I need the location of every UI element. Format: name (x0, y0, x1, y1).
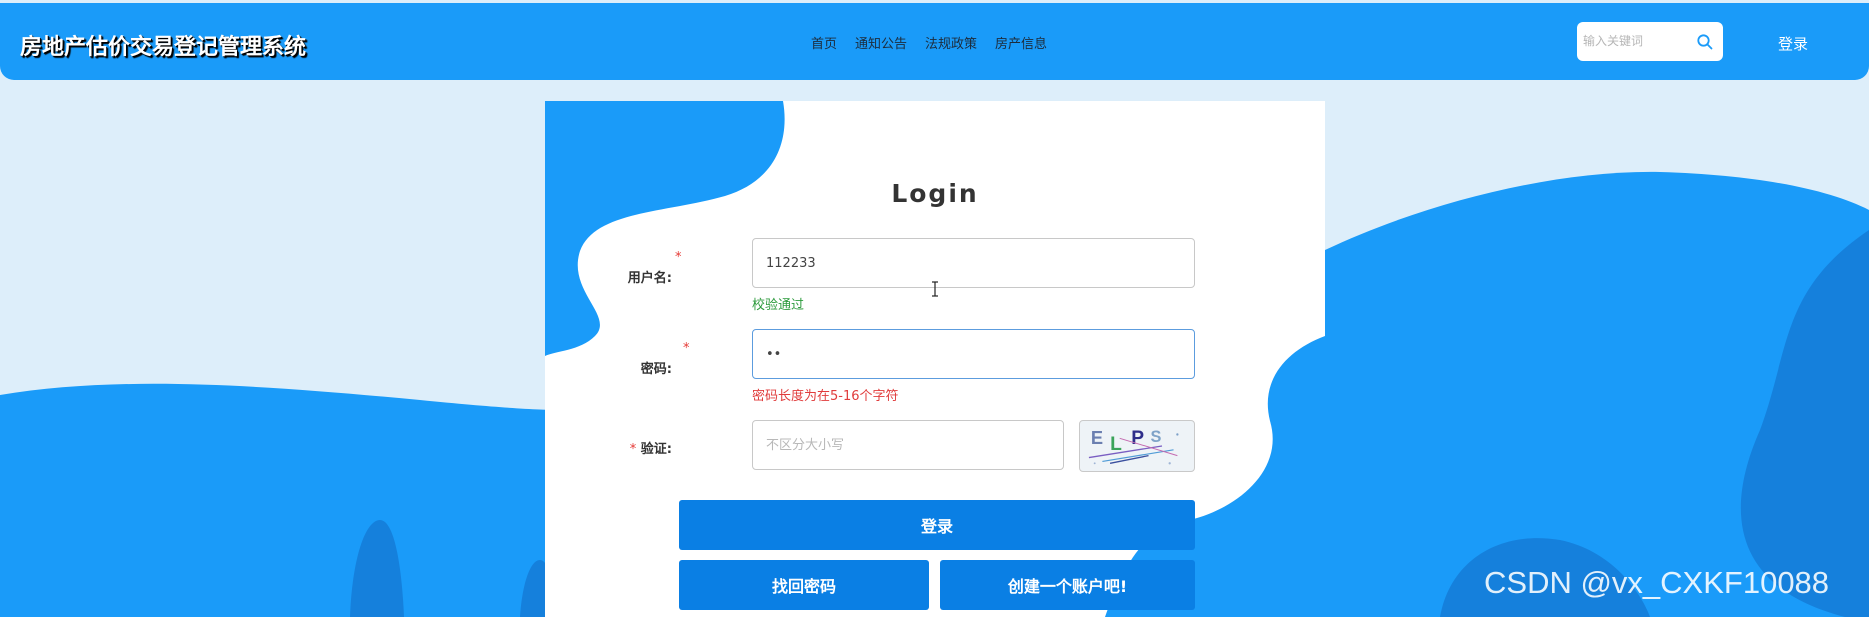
password-label: 密码: (640, 362, 672, 377)
login-card: Login * 用户名: 校验通过 * 密码: 密码长度为在5-16个字符 * … (545, 101, 1325, 617)
header-login-link[interactable]: 登录 (1778, 33, 1808, 54)
captcha-input[interactable] (752, 420, 1064, 470)
main-nav: 首页 通知公告 法规政策 房产信息 (811, 33, 1047, 52)
watermark: CSDN @vx_CXKF10088 (1484, 565, 1830, 600)
forgot-password-button[interactable]: 找回密码 (679, 560, 929, 610)
captcha-label-text: 验证: (640, 442, 672, 457)
captcha-noise-dot (1176, 433, 1179, 436)
login-button[interactable]: 登录 (679, 500, 1195, 550)
password-required-mark: * (683, 341, 690, 356)
password-validation-hint: 密码长度为在5-16个字符 (752, 389, 899, 404)
username-input[interactable] (752, 238, 1195, 288)
captcha-noise-dot (1168, 462, 1171, 465)
captcha-required-mark: * (629, 442, 637, 457)
search-icon[interactable] (1696, 33, 1714, 51)
site-title: 房地产估价交易登记管理系统 (20, 35, 307, 60)
search-input[interactable] (1583, 30, 1693, 52)
captcha-char-3: P (1131, 428, 1144, 449)
captcha-char-4: S (1150, 428, 1161, 446)
nav-notices[interactable]: 通知公告 (855, 33, 907, 52)
password-input[interactable] (752, 329, 1195, 379)
nav-property-info[interactable]: 房产信息 (995, 33, 1047, 52)
captcha-char-2: L (1110, 434, 1122, 455)
text-cursor-icon (932, 281, 938, 297)
captcha-noise-dot (1093, 462, 1096, 465)
register-button[interactable]: 创建一个账户吧! (940, 560, 1195, 610)
top-header: 房地产估价交易登记管理系统 首页 通知公告 法规政策 房产信息 登录 (0, 3, 1869, 80)
username-label: 用户名: (627, 271, 672, 286)
search-box (1577, 22, 1723, 61)
username-validation-hint: 校验通过 (752, 298, 805, 313)
nav-regulations[interactable]: 法规政策 (925, 33, 977, 52)
username-required-mark: * (675, 250, 682, 265)
captcha-char-1: E (1091, 427, 1103, 448)
login-title: Login (891, 179, 979, 208)
nav-home[interactable]: 首页 (811, 33, 837, 52)
captcha-noise-line (1119, 437, 1178, 457)
captcha-image[interactable]: E L P S (1079, 420, 1195, 472)
captcha-label: * 验证: (597, 438, 672, 457)
